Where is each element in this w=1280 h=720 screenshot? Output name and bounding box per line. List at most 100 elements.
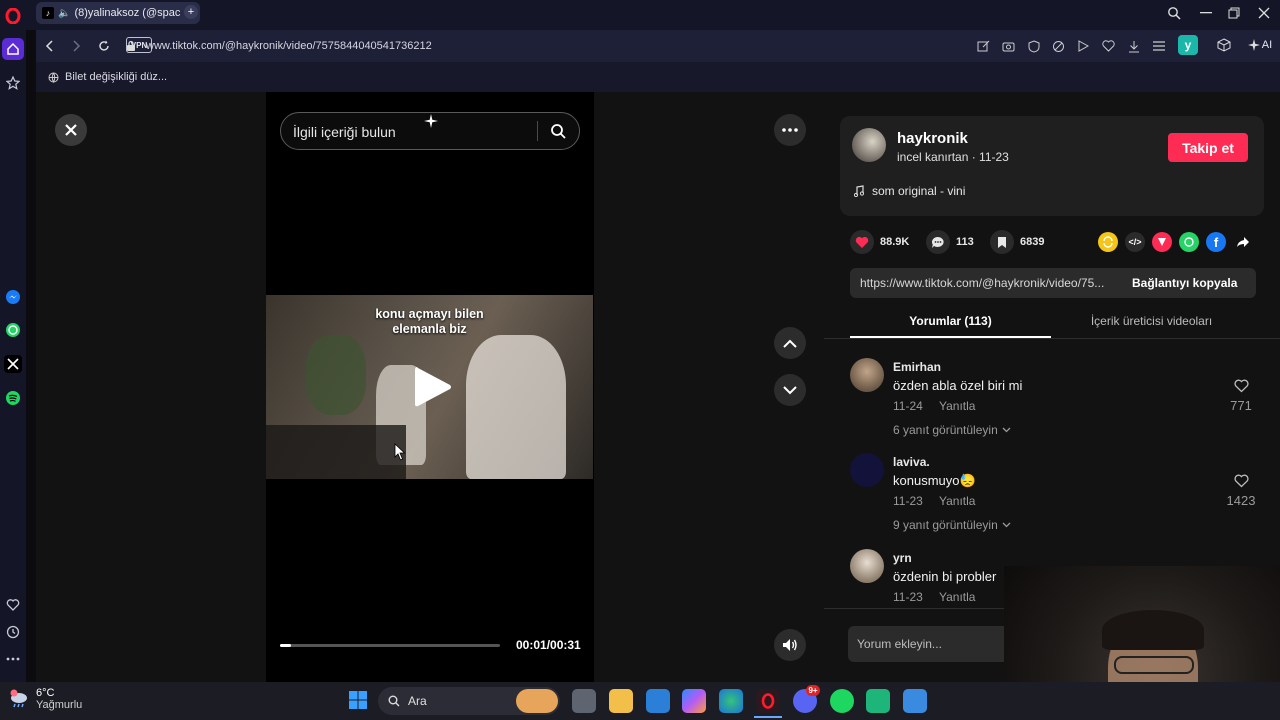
task-view-icon[interactable]	[572, 689, 596, 713]
repost-icon[interactable]	[1098, 232, 1118, 252]
shield-icon[interactable]	[1026, 39, 1041, 53]
menu-icon[interactable]	[1151, 41, 1166, 51]
caption-line-1: konu açmayı bilen	[375, 307, 484, 321]
heart-outline-icon[interactable]	[4, 596, 22, 614]
video-frame[interactable]: konu açmayı bilen elemanla biz	[266, 295, 593, 479]
navigation-bar: VPN www.tiktok.com/@haykronik/video/7575…	[36, 30, 1280, 62]
opera-taskbar-icon[interactable]	[756, 689, 780, 713]
address-actions	[976, 38, 1186, 54]
download-icon[interactable]	[1126, 40, 1141, 53]
creator-avatar[interactable]	[852, 128, 886, 162]
whatsapp-share-icon[interactable]	[1179, 232, 1199, 252]
search-divider	[537, 121, 538, 141]
comment-like-icon[interactable]	[1232, 378, 1250, 394]
comment-like-icon[interactable]	[1232, 473, 1250, 489]
file-explorer-icon[interactable]	[609, 689, 633, 713]
forward-icon[interactable]	[68, 38, 84, 54]
tab-creator-videos[interactable]: İçerik üreticisi videoları	[1051, 314, 1252, 328]
profile-avatar[interactable]: y	[1178, 35, 1198, 55]
new-tab-button[interactable]: +	[184, 5, 198, 19]
opera-logo-icon[interactable]	[3, 6, 23, 26]
search-icon[interactable]	[549, 122, 567, 140]
active-app-indicator	[754, 716, 782, 718]
whatsapp-icon[interactable]	[4, 321, 22, 339]
sparkle-icon	[421, 111, 441, 131]
windows-start-icon[interactable]	[347, 689, 369, 711]
messenger-icon[interactable]	[4, 288, 22, 306]
favorite-heart-icon[interactable]	[1101, 40, 1116, 52]
next-video-button[interactable]	[774, 374, 806, 406]
more-options-button[interactable]	[774, 114, 806, 146]
reply-button[interactable]: Yanıtla	[939, 494, 975, 508]
send-to-friends-icon[interactable]	[1152, 232, 1172, 252]
close-video-button[interactable]	[55, 114, 87, 146]
comment-text: özden abla özel biri mi	[893, 378, 1023, 393]
creator-username[interactable]: haykronik	[897, 130, 968, 147]
bookmark-button[interactable]	[990, 230, 1014, 254]
lock-icon[interactable]	[124, 40, 138, 52]
comment-input-placeholder: Yorum ekleyin...	[857, 637, 942, 651]
camera-icon[interactable]	[1001, 41, 1016, 52]
search-highlight-image	[516, 689, 558, 713]
more-dots-icon[interactable]	[4, 650, 22, 668]
commenter-name[interactable]: laviva.	[893, 455, 930, 469]
embed-code-icon[interactable]: </>	[1125, 232, 1145, 252]
volume-button[interactable]	[774, 629, 806, 661]
star-icon[interactable]	[3, 73, 23, 93]
comment-like-count: 1423	[1226, 493, 1256, 508]
home-icon[interactable]	[2, 38, 24, 60]
commenter-avatar[interactable]	[850, 358, 884, 392]
reply-button[interactable]: Yanıtla	[939, 399, 975, 413]
progress-track[interactable]	[280, 644, 500, 647]
x-twitter-icon[interactable]	[4, 355, 22, 373]
app-taskbar-icon[interactable]	[866, 689, 890, 713]
bookmarks-bar: Bilet değişikliği düz...	[36, 62, 1280, 92]
share-arrow-icon[interactable]	[1233, 232, 1253, 252]
speaker-icon[interactable]: 🔈	[58, 8, 70, 19]
edit-page-icon[interactable]	[976, 40, 991, 53]
commenter-avatar[interactable]	[850, 453, 884, 487]
microsoft-store-icon[interactable]	[646, 689, 670, 713]
search-tabs-icon[interactable]	[1166, 5, 1182, 21]
ad-block-icon[interactable]	[1051, 40, 1066, 53]
close-window-icon[interactable]	[1256, 5, 1272, 21]
facebook-share-icon[interactable]: f	[1206, 232, 1226, 252]
ai-button[interactable]: AI	[1242, 35, 1278, 55]
related-search-bar[interactable]: İlgili içeriği bulun	[280, 112, 580, 150]
reply-button[interactable]: Yanıtla	[939, 590, 975, 604]
reload-icon[interactable]	[96, 38, 112, 54]
sound-link[interactable]: som original - vini	[854, 184, 965, 198]
weather-widget[interactable]: 6°C Yağmurlu	[8, 687, 82, 711]
minimize-icon[interactable]	[1198, 5, 1214, 21]
view-replies-button[interactable]: 6 yanıt görüntüleyin	[893, 423, 1011, 437]
play-icon[interactable]	[1076, 40, 1091, 52]
browser-tab[interactable]: ♪ 🔈 (8)yalinaksoz (@spac	[36, 2, 200, 24]
extensions-cube-icon[interactable]	[1214, 35, 1234, 55]
plant-shape	[306, 335, 366, 415]
history-clock-icon[interactable]	[4, 623, 22, 641]
comment-button[interactable]	[926, 230, 950, 254]
copy-link-button[interactable]: Bağlantıyı kopyala	[1132, 276, 1237, 290]
address-bar[interactable]: www.tiktok.com/@haykronik/video/75758440…	[124, 34, 1060, 58]
edge-icon[interactable]	[719, 689, 743, 713]
follow-button[interactable]: Takip et	[1168, 133, 1248, 162]
spotify-icon[interactable]	[4, 389, 22, 407]
play-icon[interactable]	[409, 362, 455, 412]
cloud-rain-icon	[8, 688, 30, 710]
tab-comments[interactable]: Yorumlar (113)	[850, 314, 1051, 328]
bookmark-item[interactable]: Bilet değişikliği düz...	[48, 70, 167, 84]
copilot-icon[interactable]	[682, 689, 706, 713]
commenter-name[interactable]: yrn	[893, 551, 912, 565]
like-button[interactable]	[850, 230, 874, 254]
view-replies-button[interactable]: 9 yanıt görüntüleyin	[893, 518, 1011, 532]
photos-taskbar-icon[interactable]	[903, 689, 927, 713]
commenter-avatar[interactable]	[850, 549, 884, 583]
restore-icon[interactable]	[1226, 5, 1242, 21]
share-icons: </> f	[1098, 232, 1253, 252]
video-player[interactable]: İlgili içeriği bulun konu açmayı bilen e…	[266, 92, 594, 682]
back-icon[interactable]	[42, 38, 58, 54]
comments-count: 113	[956, 236, 974, 248]
spotify-taskbar-icon[interactable]	[830, 689, 854, 713]
previous-video-button[interactable]	[774, 327, 806, 359]
commenter-name[interactable]: Emirhan	[893, 360, 941, 374]
